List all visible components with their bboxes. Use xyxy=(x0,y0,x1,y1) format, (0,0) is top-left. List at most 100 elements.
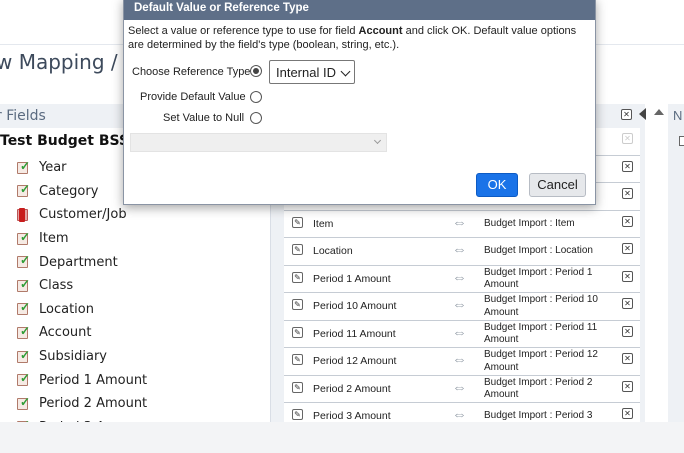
mapping-row[interactable]: ✎ Item ⇔ Budget Import : Item ✕ xyxy=(284,210,640,238)
mapping-row[interactable]: ✎ Period 10 Amount ⇔ Budget Import : Period… xyxy=(284,293,640,321)
source-field-item[interactable]: ✓ Location xyxy=(16,298,147,322)
mapping-target-label: Budget Import : Period 10 Amount xyxy=(484,294,598,318)
description-text: Select a value or reference type to use … xyxy=(128,25,359,37)
reference-type-select[interactable]: Internal ID xyxy=(269,60,355,84)
source-field-item[interactable]: ✓ Account xyxy=(16,321,147,345)
source-field-label: Customer/Job xyxy=(39,207,127,223)
mapping-target-label: Budget Import : Period 12 Amount xyxy=(484,349,598,373)
source-field-label: Class xyxy=(39,278,74,294)
source-field-item[interactable]: ✓ Period 2 Amount xyxy=(16,392,147,416)
check-field-icon: ✓ xyxy=(16,160,30,175)
target-fields-header-label: N xyxy=(673,108,683,123)
remove-mapping-icon[interactable]: ✕ xyxy=(622,160,633,172)
source-field-item[interactable]: ✓ Department xyxy=(16,250,147,274)
mapping-row[interactable]: ✎ Period 2 Amount ⇔ Budget Import : Period … xyxy=(284,375,640,403)
source-field-item[interactable]: Customer/Job xyxy=(16,203,147,227)
remove-mapping-icon[interactable]: ✕ xyxy=(622,133,633,144)
check-field-icon: ✓ xyxy=(16,396,30,411)
source-field-item[interactable]: ✓ Item xyxy=(16,227,147,251)
edit-icon[interactable]: ✎ xyxy=(292,216,303,228)
mapping-source-label: Period 1 Amount xyxy=(313,272,391,285)
source-field-item[interactable]: ✓ Class xyxy=(16,274,147,298)
check-field-icon: ✓ xyxy=(16,254,30,269)
remove-mapping-icon[interactable]: ✕ xyxy=(622,298,633,309)
mapping-target-label: Budget Import : Period 3 xyxy=(484,410,593,421)
app-root: w Mapping / St r Fields Test Budget BSSN… xyxy=(0,0,684,453)
check-field-icon: ✓ xyxy=(16,349,30,364)
remove-mapping-icon[interactable]: ✕ xyxy=(622,353,633,364)
check-field-icon: ✓ xyxy=(16,231,30,246)
mapping-target-label: Budget Import : Period 2 Amount xyxy=(484,376,593,401)
source-field-label: Period 2 Amount xyxy=(39,396,148,412)
chevron-down-icon xyxy=(340,66,351,77)
mapping-target-label: Budget Import : Period 1 Amount xyxy=(484,266,593,291)
mapping-row[interactable]: ✎ Period 1 Amount ⇔ Budget Import : Period … xyxy=(284,265,640,293)
choose-reference-type-label: Choose Reference Type xyxy=(132,66,251,78)
source-field-item[interactable]: ✓ Subsidiary xyxy=(16,345,147,369)
remove-mapping-icon[interactable]: ✕ xyxy=(622,380,633,392)
bidirectional-arrow-icon: ⇔ xyxy=(452,323,467,341)
edit-icon[interactable]: ✎ xyxy=(292,271,303,283)
edit-icon[interactable]: ✎ xyxy=(292,409,303,420)
source-field-label: Account xyxy=(39,325,92,341)
dialog-description: Select a value or reference type to use … xyxy=(128,25,590,52)
source-field-label: Category xyxy=(39,183,99,199)
mapping-target-label: Budget Import : Location xyxy=(484,245,593,256)
edit-icon[interactable]: ✎ xyxy=(292,326,303,338)
mapping-target-label: Budget Import : Item xyxy=(484,217,575,229)
check-field-icon: ✓ xyxy=(16,278,30,293)
dialog-title: Default Value or Reference Type xyxy=(134,2,309,14)
choose-reference-type-radio[interactable] xyxy=(250,65,262,77)
ok-button[interactable]: OK xyxy=(476,173,518,197)
remove-mapping-icon[interactable]: ✕ xyxy=(622,243,633,254)
reference-type-value: Internal ID xyxy=(276,65,336,80)
required-field-icon xyxy=(16,207,30,222)
provide-default-value-label: Provide Default Value xyxy=(140,91,246,103)
source-field-label: Location xyxy=(39,301,94,317)
edit-icon[interactable]: ✎ xyxy=(292,299,303,310)
set-value-null-label: Set Value to Null xyxy=(163,112,245,124)
source-field-label: Item xyxy=(39,231,69,247)
provide-default-value-radio[interactable] xyxy=(250,91,262,103)
edit-icon[interactable]: ✎ xyxy=(292,381,303,393)
mapping-source-label: Period 10 Amount xyxy=(313,300,397,312)
remove-mapping-icon[interactable]: ✕ xyxy=(622,215,633,227)
chevron-down-icon xyxy=(373,136,382,145)
mapping-source-label: Period 11 Amount xyxy=(313,327,396,340)
bidirectional-arrow-icon: ⇔ xyxy=(452,351,467,368)
cancel-button[interactable]: Cancel xyxy=(529,173,586,197)
collapse-left-icon[interactable] xyxy=(639,108,646,120)
mapping-source-label: Location xyxy=(313,245,353,257)
footer-band xyxy=(0,422,684,453)
mapping-row[interactable]: ✎ Period 12 Amount ⇔ Budget Import : Period… xyxy=(284,348,640,376)
remove-mapping-icon[interactable]: ✕ xyxy=(622,188,633,199)
field-name-text: Account xyxy=(358,25,403,37)
source-field-label: Period 1 Amount xyxy=(39,372,148,388)
default-value-select xyxy=(130,133,387,152)
check-field-icon: ✓ xyxy=(16,325,30,340)
edit-icon[interactable]: ✎ xyxy=(292,354,303,365)
set-value-null-radio[interactable] xyxy=(250,112,262,124)
scrollbar[interactable] xyxy=(650,104,668,422)
mapping-row[interactable]: ✎ Period 11 Amount ⇔ Budget Import : Period… xyxy=(284,320,640,348)
remove-mapping-icon[interactable]: ✕ xyxy=(622,270,633,282)
remove-mapping-icon[interactable]: ✕ xyxy=(622,325,633,337)
target-fields-panel: N xyxy=(668,104,684,422)
scroll-up-icon[interactable] xyxy=(654,109,664,115)
edit-icon[interactable]: ✎ xyxy=(292,244,303,255)
bidirectional-arrow-icon: ⇔ xyxy=(452,213,467,231)
mapping-target-label: Budget Import : Period 11 Amount xyxy=(484,321,598,346)
clear-all-mappings-icon[interactable]: ✕ xyxy=(621,109,632,120)
check-field-icon: ✓ xyxy=(16,183,30,198)
check-field-icon: ✓ xyxy=(16,372,30,387)
dialog-titlebar[interactable]: Default Value or Reference Type xyxy=(124,0,595,20)
bidirectional-arrow-icon: ⇔ xyxy=(452,406,467,423)
source-fields-header-label: r Fields xyxy=(0,108,46,124)
source-field-label: Subsidiary xyxy=(39,349,107,365)
source-field-item[interactable]: ✓ Period 1 Amount xyxy=(16,368,147,392)
remove-mapping-icon[interactable]: ✕ xyxy=(622,408,633,419)
source-field-label: Department xyxy=(39,254,118,270)
mapping-source-label: Period 3 Amount xyxy=(313,410,391,422)
expand-tree-icon[interactable] xyxy=(679,136,684,146)
mapping-row[interactable]: ✎ Location ⇔ Budget Import : Location ✕ xyxy=(284,238,640,266)
